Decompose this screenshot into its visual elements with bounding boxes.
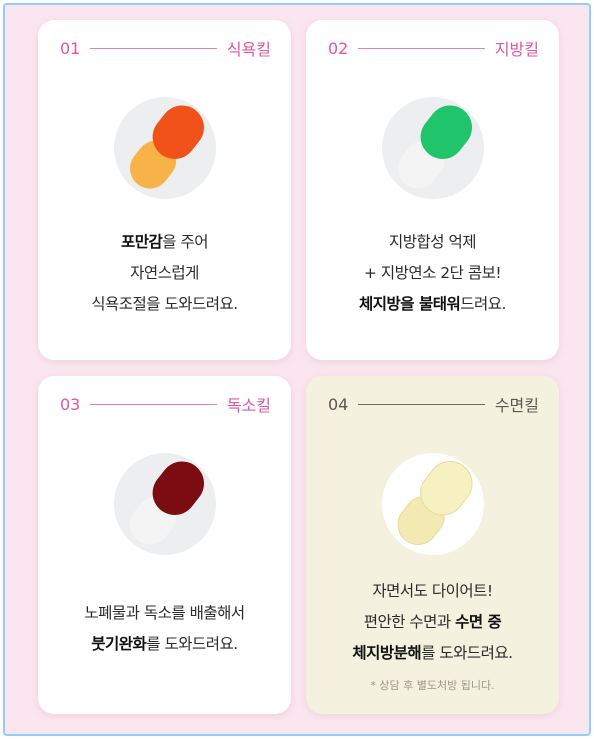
header-divider xyxy=(358,47,485,49)
card-header: 02 지방킬 xyxy=(328,37,539,60)
desc-text: 를 도와드려요. xyxy=(146,635,238,653)
desc-text: 자연스럽게 xyxy=(130,264,199,282)
card-appetite: 01 식욕킬 포만감을 주어 자연스럽게 식욕조절을 도와드려요. xyxy=(38,20,291,360)
desc-text: 자면서도 다이어트! xyxy=(372,582,493,600)
desc-bold: 체지방분해 xyxy=(352,644,422,662)
desc-bold: 포만감 xyxy=(121,233,163,251)
card-number: 02 xyxy=(328,38,349,58)
card-tag: 지방킬 xyxy=(494,40,539,59)
card-sleep: 04 수면킬 자면서도 다이어트! 편안한 수면과 수면 중 체지방분해를 도와… xyxy=(306,376,559,714)
capsule-icon xyxy=(397,461,473,545)
card-description: 자면서도 다이어트! 편안한 수면과 수면 중 체지방분해를 도와드려요. xyxy=(306,576,559,669)
desc-text: 를 도와드려요. xyxy=(421,644,513,662)
card-tag: 식욕킬 xyxy=(226,40,271,59)
card-number: 04 xyxy=(328,394,349,414)
desc-bold: 체지방을 불태워 xyxy=(359,295,461,313)
desc-bold: 붓기완화 xyxy=(91,635,147,653)
header-divider xyxy=(90,47,217,49)
capsule-icon xyxy=(129,105,205,189)
card-header: 03 독소킬 xyxy=(60,393,271,416)
card-description: 지방합성 억제 + 지방연소 2단 콤보! 체지방을 불태워드려요. xyxy=(306,227,559,320)
desc-bold: 수면 중 xyxy=(455,613,502,631)
desc-text: 편안한 수면과 xyxy=(363,613,456,631)
card-number: 01 xyxy=(60,38,81,58)
card-tag: 독소킬 xyxy=(226,396,271,415)
card-fat: 02 지방킬 지방합성 억제 + 지방연소 2단 콤보! 체지방을 불태워드려요… xyxy=(306,20,559,360)
card-number: 03 xyxy=(60,394,81,414)
desc-text: 지방합성 억제 xyxy=(389,233,477,251)
card-header: 01 식욕킬 xyxy=(60,37,271,60)
desc-text: 식욕조절을 도와드려요. xyxy=(91,295,238,313)
prescription-note: * 상담 후 별도처방 됩니다. xyxy=(370,679,495,692)
desc-text: + 지방연소 2단 콤보! xyxy=(363,264,502,282)
card-description: 포만감을 주어 자연스럽게 식욕조절을 도와드려요. xyxy=(38,227,291,320)
header-divider xyxy=(358,403,485,405)
desc-text: 노폐물과 독소를 배출해서 xyxy=(84,604,245,622)
card-header: 04 수면킬 xyxy=(328,393,539,416)
desc-text: 드려요. xyxy=(460,295,506,313)
capsule-icon xyxy=(129,461,205,545)
header-divider xyxy=(90,403,217,405)
card-description: 노폐물과 독소를 배출해서 붓기완화를 도와드려요. xyxy=(38,598,291,660)
card-tag: 수면킬 xyxy=(494,396,539,415)
card-detox: 03 독소킬 노폐물과 독소를 배출해서 붓기완화를 도와드려요. xyxy=(38,376,291,714)
desc-text: 을 주어 xyxy=(162,233,208,251)
capsule-icon xyxy=(397,105,473,189)
